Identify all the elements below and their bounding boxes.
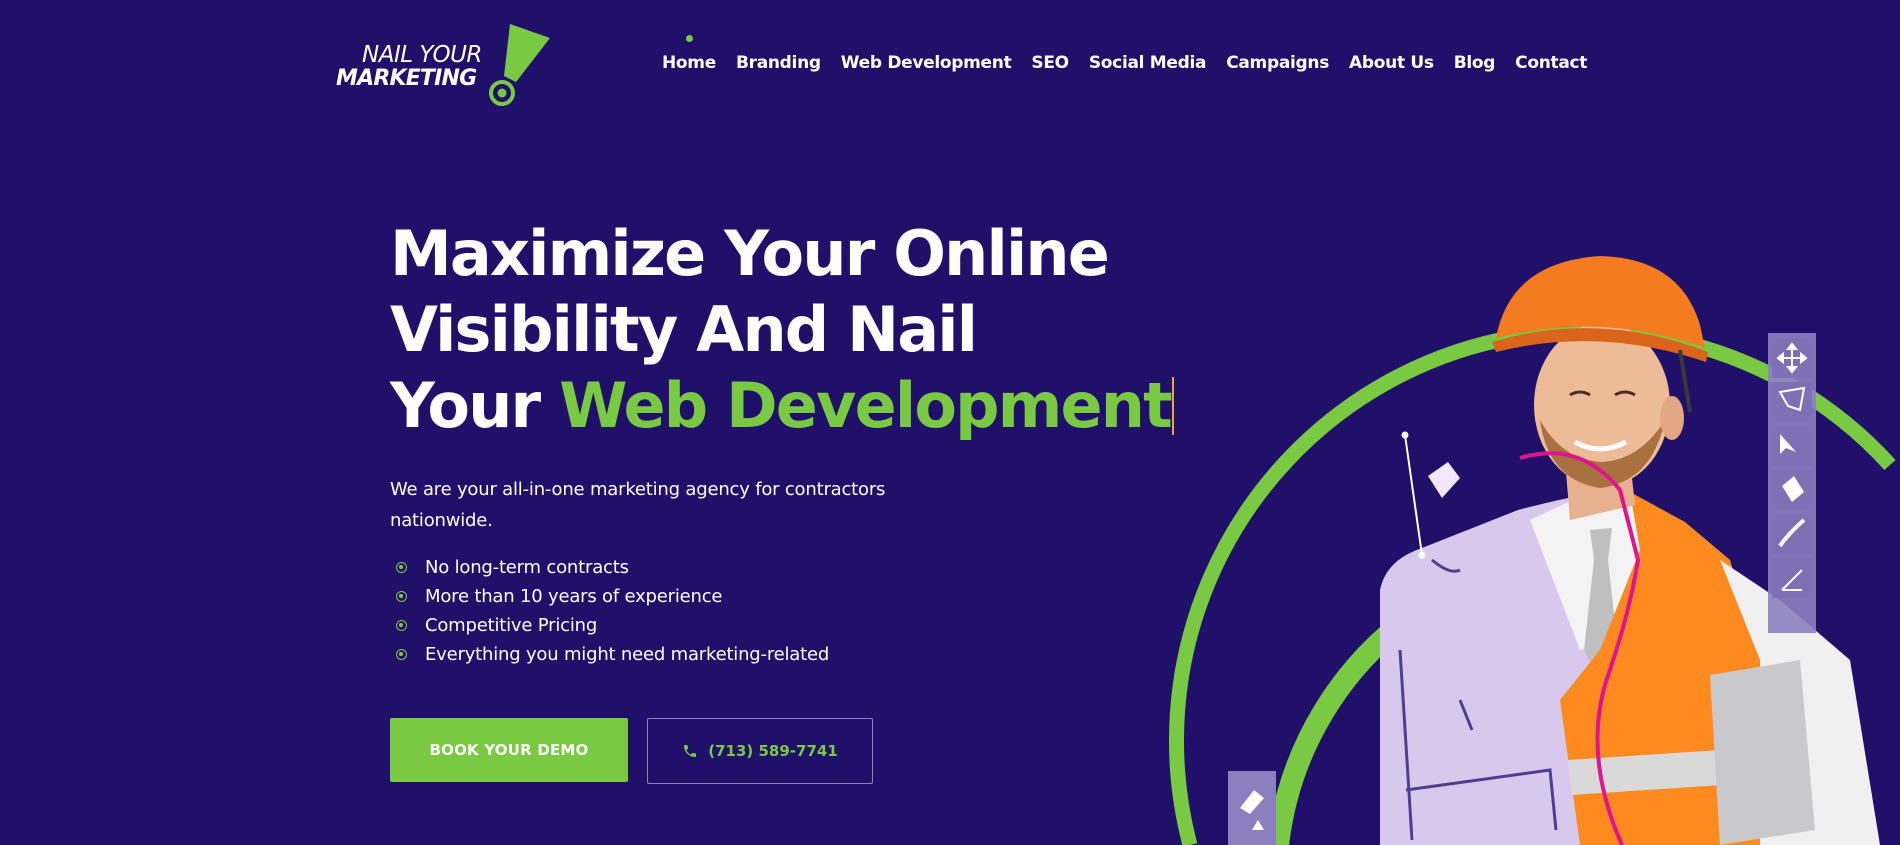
hero-title-prefix: Your [390, 369, 560, 442]
circle-dot-icon [396, 562, 407, 573]
main-nav: Home Branding Web Development SEO Social… [662, 35, 1587, 76]
hero-title-line3: Your Web Development [390, 368, 1174, 444]
nav-home[interactable]: Home [662, 35, 716, 73]
feature-text: Everything you might need marketing-rela… [425, 644, 830, 665]
active-dot-icon [685, 35, 693, 42]
book-demo-button[interactable]: BOOK YOUR DEMO [390, 718, 628, 782]
hero-title-line1: Maximize Your Online [390, 217, 1110, 290]
pen-tool-panel [1228, 771, 1276, 845]
logo-text-line2: MARKETING [336, 66, 477, 91]
feature-text: Competitive Pricing [425, 615, 598, 636]
nav-web-development[interactable]: Web Development [841, 53, 1012, 73]
circle-dot-icon [396, 649, 407, 660]
phone-call-button[interactable]: (713) 589-7741 [647, 718, 873, 784]
nav-contact[interactable]: Contact [1515, 53, 1587, 73]
phone-icon [684, 745, 697, 757]
brush-icon [1772, 514, 1812, 554]
exclamation-mark-icon [489, 24, 550, 106]
feature-item: More than 10 years of experience [396, 582, 829, 611]
photoshop-toolbar [1768, 333, 1816, 633]
hero-title: Maximize Your Online Visibility And Nail… [390, 216, 1174, 444]
nav-about-us[interactable]: About Us [1349, 53, 1434, 73]
feature-text: More than 10 years of experience [425, 586, 723, 607]
feature-item: Competitive Pricing [396, 611, 829, 640]
nav-home-label: Home [662, 53, 716, 73]
landing-page: NAIL YOUR MARKETING Home Branding Web De… [0, 0, 1900, 845]
nav-branding[interactable]: Branding [736, 53, 821, 73]
phone-number: (713) 589-7741 [708, 742, 838, 760]
feature-item: No long-term contracts [396, 553, 829, 582]
nav-seo[interactable]: SEO [1031, 53, 1069, 73]
feature-text: No long-term contracts [425, 557, 629, 578]
circle-dot-icon [396, 620, 407, 631]
feature-list: No long-term contracts More than 10 year… [396, 553, 829, 669]
hero-title-typed-accent: Web Development [559, 369, 1173, 442]
nav-social-media[interactable]: Social Media [1089, 53, 1207, 73]
hero-subtitle: We are your all-in-one marketing agency … [390, 479, 886, 531]
feature-item: Everything you might need marketing-rela… [396, 640, 829, 669]
lasso-icon [1772, 382, 1812, 422]
hero-title-line2: Visibility And Nail [390, 293, 978, 366]
move-icon [1772, 338, 1812, 378]
circle-dot-icon [396, 591, 407, 602]
logo-text-line1: NAIL YOUR [362, 42, 482, 68]
nav-blog[interactable]: Blog [1454, 53, 1496, 73]
hero-illustration [1169, 256, 1896, 845]
nail-your-marketing-logo[interactable]: NAIL YOUR MARKETING [336, 24, 550, 106]
pen-tool-icon [1772, 558, 1812, 598]
nav-campaigns[interactable]: Campaigns [1226, 53, 1329, 73]
select-move-icon [1772, 426, 1812, 466]
paint-bucket-icon [1772, 470, 1812, 510]
